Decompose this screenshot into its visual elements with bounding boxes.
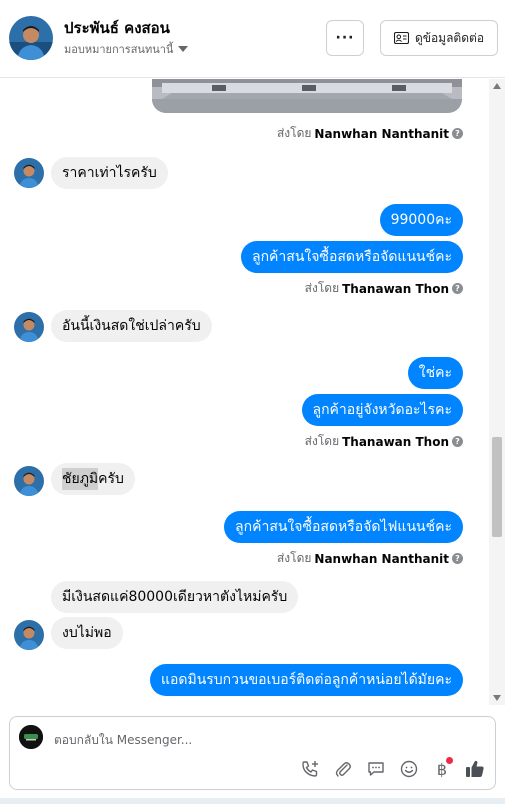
info-icon[interactable]: ?: [452, 436, 463, 447]
message-bubble-outgoing[interactable]: ลูกค้าอยู่จังหวัดอะไรคะ: [301, 394, 463, 426]
customer-avatar-small[interactable]: [14, 620, 44, 650]
shared-image[interactable]: [152, 79, 462, 113]
reply-input[interactable]: [54, 730, 474, 750]
scroll-down-arrow-icon[interactable]: [493, 695, 501, 701]
sent-by-agent: Thanawan Thon: [342, 434, 449, 449]
message-text: ครับ: [98, 471, 124, 487]
chat-bubble-icon[interactable]: [364, 757, 388, 781]
highlighted-text: ชัยภูมิ: [62, 468, 99, 490]
sent-by-label: ส่งโดย Nanwhan Nanthanit ?: [277, 549, 463, 568]
assign-dropdown[interactable]: มอบหมายการสนทนานี้: [64, 40, 189, 58]
more-dots-icon: ···: [335, 30, 355, 46]
reply-composer: ฿: [9, 716, 496, 790]
sent-by-prefix: ส่งโดย: [276, 551, 312, 565]
sent-by-agent: Thanawan Thon: [342, 281, 449, 296]
sent-by-agent: Nanwhan Nanthanit: [314, 126, 449, 141]
baht-icon[interactable]: ฿: [430, 757, 454, 781]
message-bubble-incoming[interactable]: ชัยภูมิ ครับ: [51, 463, 135, 495]
customer-avatar-small[interactable]: [14, 466, 44, 496]
caret-down-icon: [178, 46, 189, 52]
message-thread[interactable]: ส่งโดย Nanwhan Nanthanit ? ราคาเท่าไรครั…: [0, 79, 489, 705]
conversation-header: ประพันธ์ คงสอน มอบหมายการสนทนานี้ ··· ดู…: [0, 0, 505, 78]
message-bubble-incoming[interactable]: อันนี้เงินสดใช่เปล่าครับ: [51, 310, 212, 342]
sent-by-agent: Nanwhan Nanthanit: [314, 551, 449, 566]
scrollbar-thumb[interactable]: [492, 437, 502, 537]
more-options-button[interactable]: ···: [326, 20, 364, 56]
message-bubble-outgoing[interactable]: ลูกค้าสนใจซื้อสดหรือจัดไฟแนนช์คะ: [224, 511, 463, 543]
message-bubble-outgoing[interactable]: แอดมินรบกวนขอเบอร์ติดต่อลูกค้าหน่อยได้มั…: [149, 664, 463, 696]
customer-name: ประพันธ์ คงสอน: [64, 19, 170, 37]
sent-by-label: ส่งโดย Nanwhan Nanthanit ?: [277, 124, 463, 143]
contact-card-icon: [393, 32, 409, 44]
composer-toolbar: ฿: [298, 757, 487, 781]
scroll-up-arrow-icon[interactable]: [493, 83, 501, 89]
sent-by-label: ส่งโดย Thanawan Thon ?: [305, 432, 463, 451]
thumbs-up-icon[interactable]: [463, 757, 487, 781]
customer-avatar-small[interactable]: [14, 158, 44, 188]
customer-avatar-small[interactable]: [14, 312, 44, 342]
message-bubble-outgoing[interactable]: 99000คะ: [379, 204, 463, 236]
message-bubble-outgoing[interactable]: ลูกค้าสนใจซื้อสดหรือจัดแนนช์คะ: [241, 241, 463, 273]
smiley-icon[interactable]: [397, 757, 421, 781]
sent-by-prefix: ส่งโดย: [304, 434, 340, 448]
message-bubble-incoming[interactable]: มีเงินสดแค่80000เดียวหาตังไหม่ครับ: [51, 581, 299, 613]
info-icon[interactable]: ?: [452, 128, 463, 139]
phone-plus-icon[interactable]: [298, 757, 322, 781]
assign-label: มอบหมายการสนทนานี้: [64, 43, 174, 56]
message-bubble-outgoing[interactable]: ใช่คะ: [407, 357, 463, 389]
page-avatar: [19, 725, 43, 749]
view-contact-button[interactable]: ดูข้อมูลติดต่อ: [380, 20, 498, 56]
thread-scrollbar[interactable]: [489, 79, 505, 705]
sent-by-prefix: ส่งโดย: [304, 281, 340, 295]
notification-dot: [446, 757, 453, 764]
view-contact-label: ดูข้อมูลติดต่อ: [414, 30, 485, 45]
info-icon[interactable]: ?: [452, 553, 463, 564]
bottom-strip: [0, 798, 505, 804]
paperclip-icon[interactable]: [331, 757, 355, 781]
message-bubble-incoming[interactable]: ราคาเท่าไรครับ: [51, 157, 168, 189]
message-bubble-incoming[interactable]: งบไม่พอ: [51, 617, 123, 649]
customer-avatar[interactable]: [9, 16, 53, 60]
sent-by-label: ส่งโดย Thanawan Thon ?: [305, 279, 463, 298]
sent-by-prefix: ส่งโดย: [276, 126, 312, 140]
info-icon[interactable]: ?: [452, 283, 463, 294]
